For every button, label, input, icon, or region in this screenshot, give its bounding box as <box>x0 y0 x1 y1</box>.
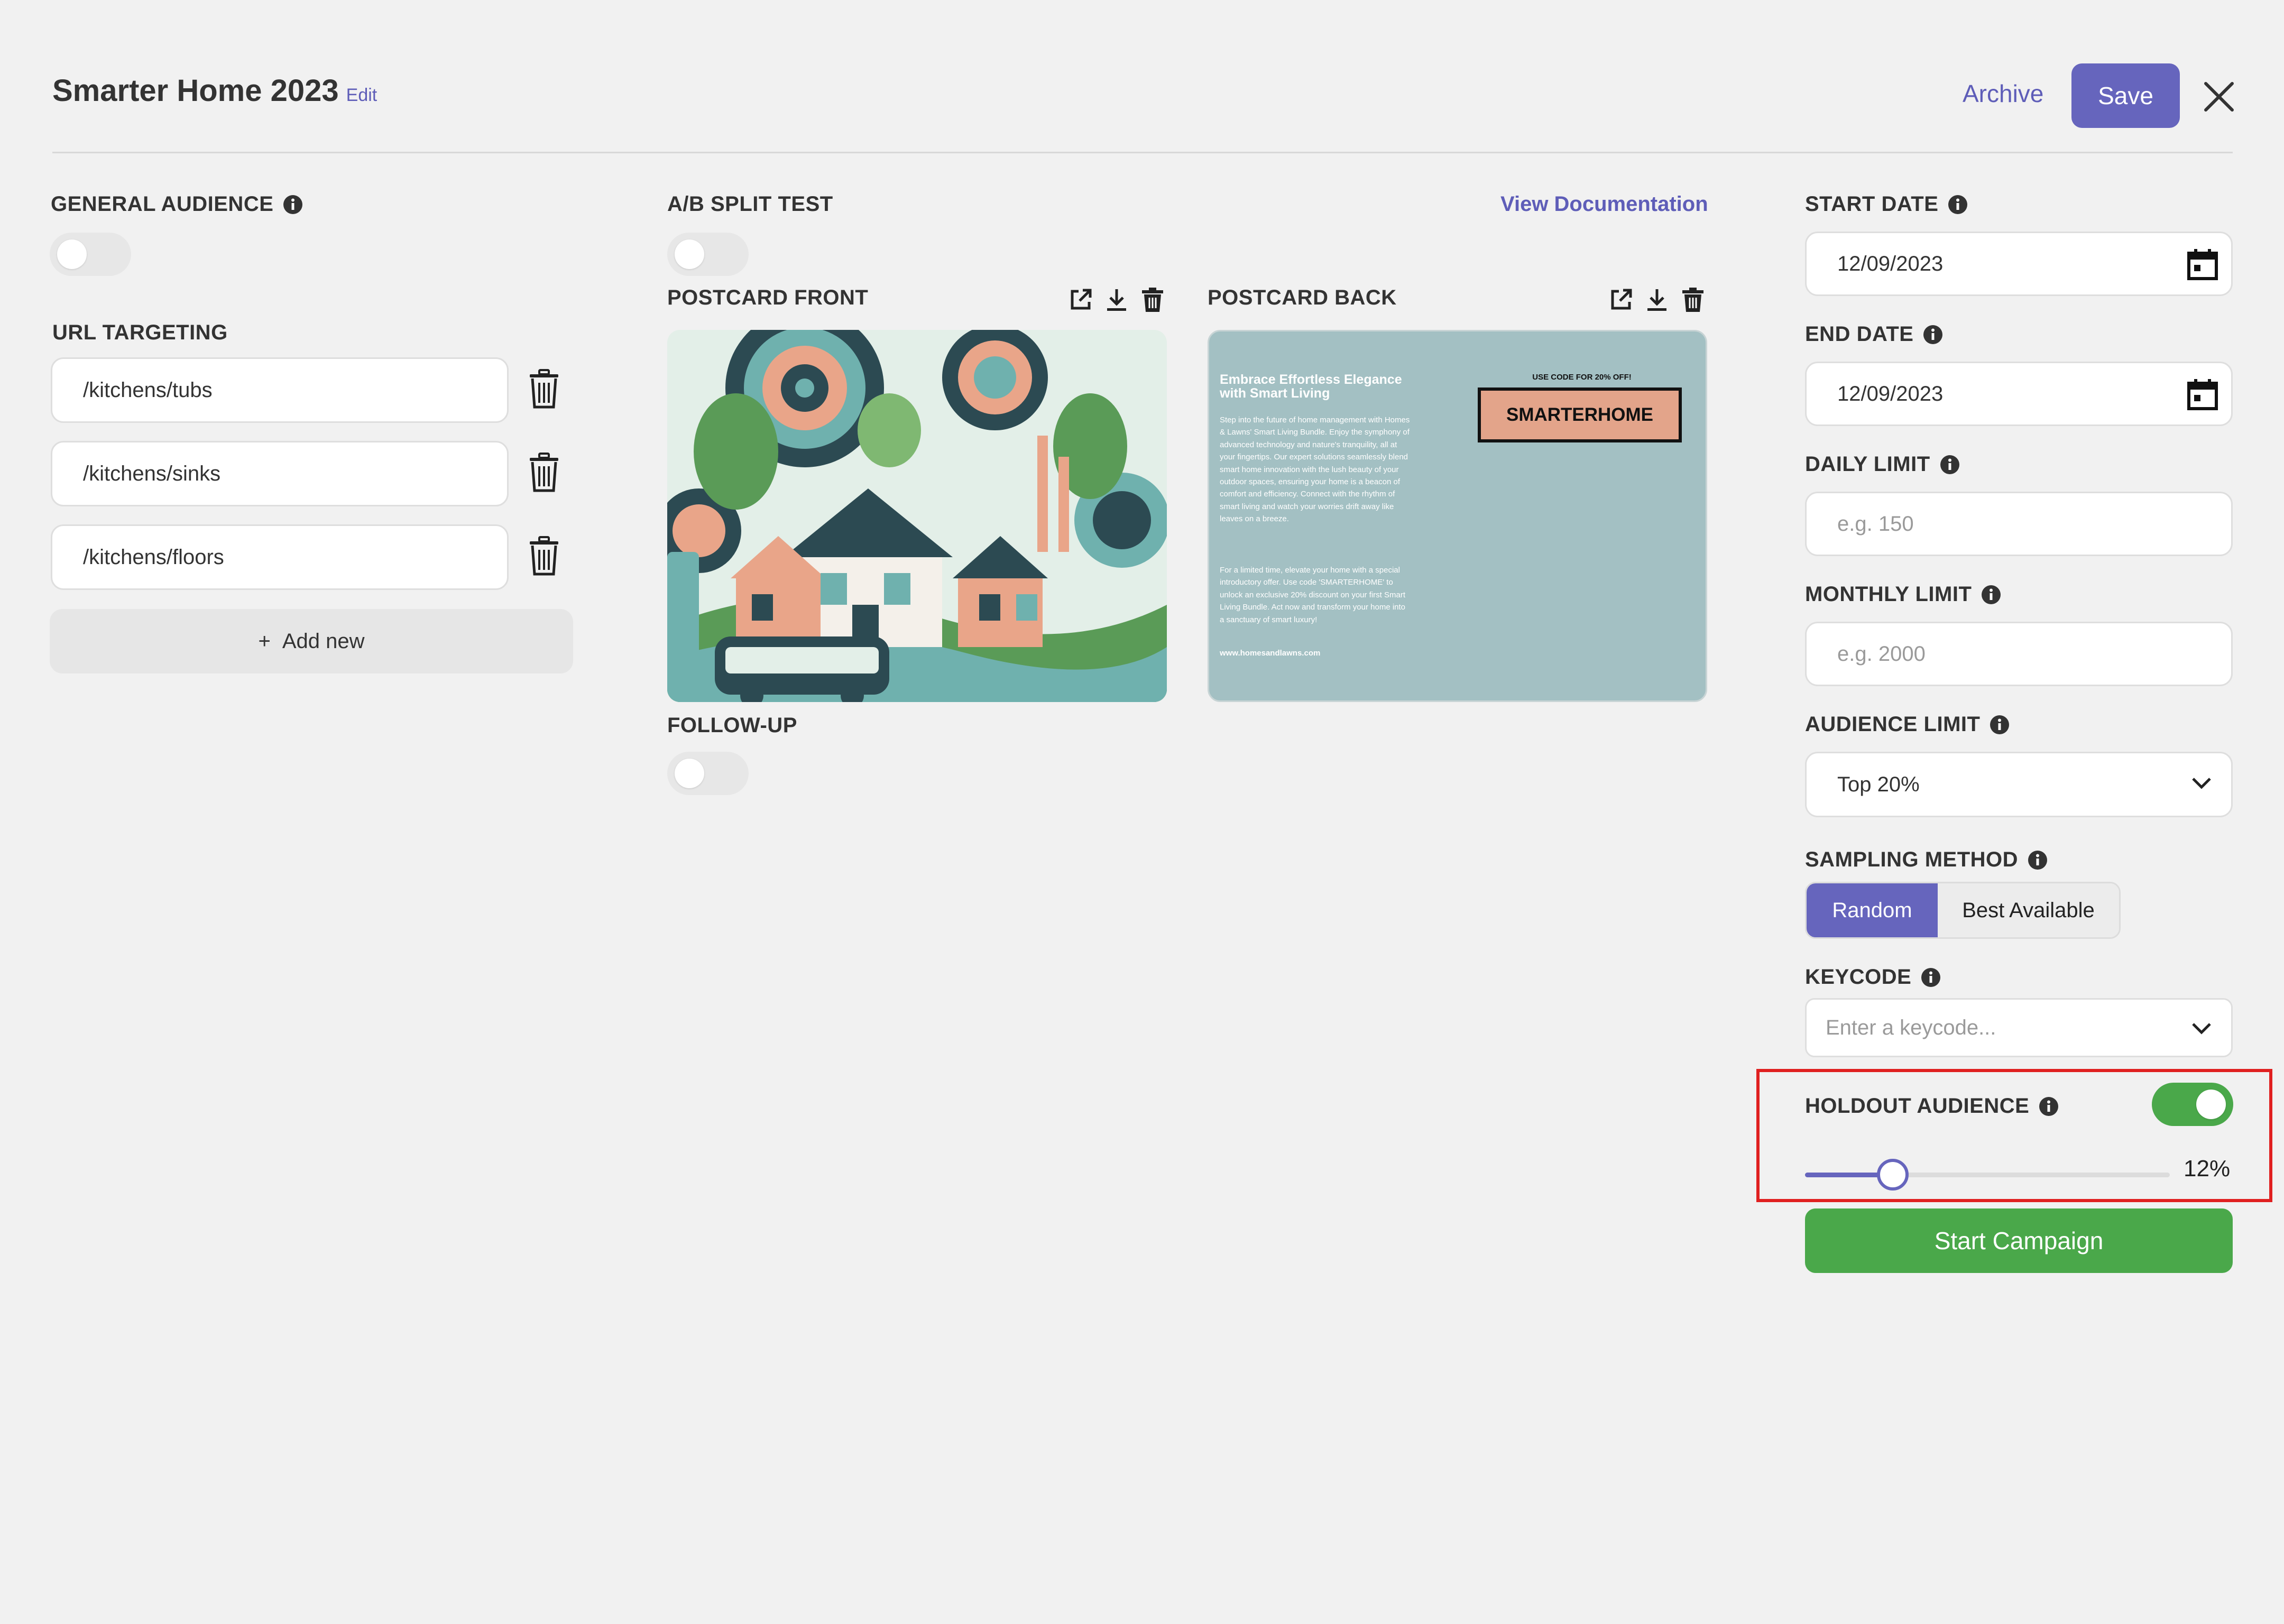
keycode-heading: KEYCODE <box>1805 965 1941 989</box>
keycode-select[interactable]: Enter a keycode... <box>1805 998 2233 1057</box>
code-caption: USE CODE FOR 20% OFF! <box>1532 373 1632 382</box>
sampling-method-label: SAMPLING METHOD <box>1805 848 2019 871</box>
toggle-knob <box>675 239 704 269</box>
download-icon[interactable] <box>1104 287 1129 312</box>
url-targeting-label: URL TARGETING <box>52 321 228 344</box>
open-external-icon[interactable] <box>1068 287 1093 312</box>
holdout-audience-heading: HOLDOUT AUDIENCE <box>1805 1094 2059 1118</box>
toggle-knob <box>675 759 704 788</box>
monthly-limit-heading: MONTHLY LIMIT <box>1805 583 2001 606</box>
info-icon[interactable] <box>1990 715 2010 735</box>
url-input[interactable]: /kitchens/tubs <box>51 357 509 423</box>
open-external-icon[interactable] <box>1608 287 1634 312</box>
start-date-input[interactable]: 12/09/2023 <box>1805 232 2233 296</box>
info-icon[interactable] <box>2028 850 2048 870</box>
archive-button[interactable]: Archive <box>1963 79 2043 108</box>
info-icon[interactable] <box>1981 585 2001 605</box>
audience-limit-heading: AUDIENCE LIMIT <box>1805 713 2010 736</box>
add-new-label: Add new <box>282 629 365 653</box>
sampling-method-toggle: Random Best Available <box>1805 882 2121 939</box>
download-icon[interactable] <box>1644 287 1670 312</box>
info-icon[interactable] <box>1923 325 1943 345</box>
sampling-best-available-option[interactable]: Best Available <box>1938 883 2119 937</box>
audience-limit-value: Top 20% <box>1837 772 1920 796</box>
follow-up-label: FOLLOW-UP <box>667 714 797 737</box>
postcard-back-label: POSTCARD BACK <box>1208 286 1397 309</box>
calendar-icon[interactable] <box>2187 378 2218 411</box>
follow-up-toggle[interactable] <box>667 752 749 795</box>
edit-link[interactable]: Edit <box>346 85 377 105</box>
chevron-down-icon <box>2191 1022 2212 1036</box>
monthly-limit-label: MONTHLY LIMIT <box>1805 583 1972 606</box>
chevron-down-icon <box>2191 777 2212 790</box>
campaign-title: Smarter Home 2023 <box>52 73 339 108</box>
postcard-front-image[interactable] <box>667 330 1167 702</box>
monthly-limit-input[interactable]: e.g. 2000 <box>1805 622 2233 686</box>
add-new-button[interactable]: + Add new <box>50 609 573 673</box>
holdout-audience-label: HOLDOUT AUDIENCE <box>1805 1094 2030 1118</box>
ab-split-label: A/B SPLIT TEST <box>667 192 833 216</box>
end-date-input[interactable]: 12/09/2023 <box>1805 362 2233 426</box>
daily-limit-heading: DAILY LIMIT <box>1805 453 1960 476</box>
postcard-back-heading: POSTCARD BACK <box>1208 286 1397 310</box>
general-audience-heading: GENERAL AUDIENCE <box>51 192 303 216</box>
daily-limit-label: DAILY LIMIT <box>1805 453 1930 476</box>
keycode-label: KEYCODE <box>1805 965 1912 989</box>
holdout-audience-toggle[interactable] <box>2152 1083 2233 1126</box>
trash-icon[interactable] <box>1680 287 1706 312</box>
plus-icon: + <box>258 629 271 653</box>
page-title: Smarter Home 2023 Edit <box>52 73 377 108</box>
postcard-back-tools <box>1608 287 1706 312</box>
info-icon[interactable] <box>1940 455 1960 475</box>
postcard-front-heading: POSTCARD FRONT <box>667 286 868 310</box>
ab-split-heading: A/B SPLIT TEST <box>667 192 833 216</box>
sampling-random-option[interactable]: Random <box>1807 883 1938 937</box>
view-documentation-link[interactable]: View Documentation <box>1500 192 1708 216</box>
save-button[interactable]: Save <box>2071 63 2180 128</box>
toggle-knob <box>57 239 87 269</box>
postcard-back-body: Step into the future of home management … <box>1220 416 1410 524</box>
toggle-knob <box>2196 1090 2226 1119</box>
postcard-back-image[interactable]: Embrace Effortless Elegance with Smart L… <box>1208 330 1707 702</box>
general-audience-label: GENERAL AUDIENCE <box>51 192 274 216</box>
info-icon[interactable] <box>283 195 303 215</box>
start-date-heading: START DATE <box>1805 192 1968 216</box>
keycode-placeholder: Enter a keycode... <box>1826 1016 1996 1039</box>
follow-up-heading: FOLLOW-UP <box>667 714 797 737</box>
ab-split-toggle[interactable] <box>667 233 749 276</box>
info-icon[interactable] <box>2039 1096 2059 1116</box>
slider-thumb[interactable] <box>1876 1159 1909 1191</box>
promo-code-box: SMARTERHOME <box>1478 387 1682 442</box>
holdout-slider[interactable] <box>1805 1158 2170 1192</box>
audience-limit-select[interactable]: Top 20% <box>1805 752 2233 817</box>
url-targeting-heading: URL TARGETING <box>52 321 228 345</box>
holdout-percent: 12% <box>2184 1156 2231 1182</box>
postcard-back-offer: For a limited time, elevate your home wi… <box>1220 566 1406 624</box>
start-date-value: 12/09/2023 <box>1837 252 1944 275</box>
url-input[interactable]: /kitchens/sinks <box>51 441 509 506</box>
audience-limit-label: AUDIENCE LIMIT <box>1805 713 1981 736</box>
trash-icon[interactable] <box>528 453 560 493</box>
trash-icon[interactable] <box>1140 287 1165 312</box>
info-icon[interactable] <box>1921 967 1941 988</box>
trash-icon[interactable] <box>528 369 560 409</box>
end-date-label: END DATE <box>1805 322 1914 346</box>
close-icon[interactable] <box>2200 78 2237 115</box>
sampling-method-heading: SAMPLING METHOD <box>1805 848 2048 872</box>
end-date-heading: END DATE <box>1805 322 1943 346</box>
trash-icon[interactable] <box>528 536 560 576</box>
url-input[interactable]: /kitchens/floors <box>51 524 509 590</box>
calendar-icon[interactable] <box>2187 248 2218 281</box>
start-campaign-button[interactable]: Start Campaign <box>1805 1208 2233 1273</box>
postcard-back-url: www.homesandlawns.com <box>1220 649 1321 658</box>
general-audience-toggle[interactable] <box>50 233 131 276</box>
info-icon[interactable] <box>1948 195 1968 215</box>
header-divider <box>52 152 2233 153</box>
postcard-back-heading-text: Embrace Effortless Elegance with Smart L… <box>1220 372 1402 401</box>
postcard-front-tools <box>1068 287 1165 312</box>
daily-limit-input[interactable]: e.g. 150 <box>1805 492 2233 556</box>
start-date-label: START DATE <box>1805 192 1939 216</box>
postcard-front-label: POSTCARD FRONT <box>667 286 869 309</box>
end-date-value: 12/09/2023 <box>1837 382 1944 405</box>
